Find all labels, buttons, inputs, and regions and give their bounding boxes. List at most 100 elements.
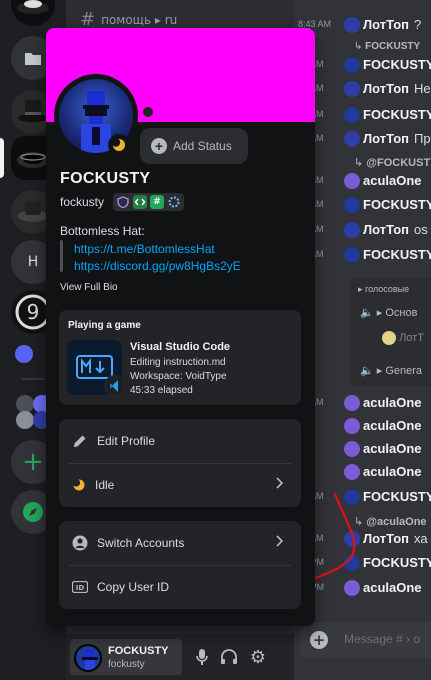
server-mini-4[interactable]: [16, 411, 34, 429]
quest-badge-icon[interactable]: [167, 195, 181, 209]
avatar[interactable]: [344, 555, 360, 571]
channel-header[interactable]: # помощь ▸ ru: [80, 9, 177, 30]
message-author[interactable]: FOCKUSTY: [363, 555, 431, 570]
voice-item[interactable]: 🔈 ▸ Основ: [360, 306, 417, 319]
copy-user-id-button[interactable]: ID Copy User ID: [59, 565, 301, 609]
user-panel: FOCKUSTY fockusty ⚙: [66, 634, 294, 680]
avatar[interactable]: [344, 173, 360, 189]
svg-text:ID: ID: [76, 584, 85, 592]
active-developer-badge-icon[interactable]: [133, 195, 147, 209]
author-name: ЛотТоп: [363, 17, 410, 32]
activity-state: Workspace: VoidType: [130, 371, 227, 382]
switch-accounts-button[interactable]: Switch Accounts: [59, 521, 301, 565]
reply-preview: ↳ FOCKUSTY: [354, 41, 421, 52]
profile-popout: + Add Status FOCKUSTY fockusty # Bottoml…: [46, 28, 315, 626]
user-panel-account[interactable]: FOCKUSTY fockusty: [70, 639, 182, 675]
status-label: Idle: [95, 478, 115, 492]
server-mini-1[interactable]: [15, 345, 33, 363]
add-status-button[interactable]: + Add Status: [140, 128, 248, 164]
hashtag-badge-icon[interactable]: #: [150, 195, 164, 209]
voice-item[interactable]: ЛотТ: [382, 331, 424, 345]
message-author[interactable]: FOCKUSTY: [363, 489, 431, 504]
profile-username[interactable]: fockusty: [60, 195, 104, 209]
message-author[interactable]: aculaOne: [363, 441, 427, 456]
avatar: [382, 331, 396, 345]
author-name: FOCKUSTY: [363, 489, 431, 504]
avatar[interactable]: [344, 395, 360, 411]
avatar[interactable]: [344, 441, 360, 457]
message-author[interactable]: ЛотТоп os: [363, 222, 428, 237]
message-author[interactable]: ЛотТоп Пр: [363, 131, 431, 146]
message-author[interactable]: FOCKUSTY: [363, 247, 431, 262]
composer-plus-icon[interactable]: +: [310, 631, 328, 649]
profile-actions-card: Edit Profile Idle: [59, 419, 301, 507]
microphone-icon[interactable]: [192, 647, 212, 667]
avatar[interactable]: [344, 17, 360, 33]
message-author[interactable]: FOCKUSTY: [363, 107, 431, 122]
avatar[interactable]: [344, 197, 360, 213]
headphones-icon[interactable]: [219, 647, 239, 667]
shield-badge-icon[interactable]: [116, 195, 130, 209]
avatar[interactable]: [344, 222, 360, 238]
composer-placeholder: Message # › o: [344, 632, 421, 646]
message-author[interactable]: ЛотТоп Не: [363, 81, 431, 96]
author-name: aculaOne: [363, 395, 422, 410]
voice-thread[interactable]: ▸ голосовые 🔈 ▸ Основ ЛотТ 🔈 ▸ Genera: [350, 278, 431, 386]
avatar[interactable]: [344, 57, 360, 73]
author-name: aculaOne: [363, 418, 422, 433]
author-name: FOCKUSTY: [363, 555, 431, 570]
avatar[interactable]: [344, 580, 360, 596]
reply-preview: ↳ @FOCKUSTY: [354, 157, 431, 169]
activity-elapsed: 45:33 elapsed: [130, 385, 193, 396]
message-author[interactable]: aculaOne: [363, 173, 427, 188]
compass-icon: [23, 502, 43, 522]
author-name: aculaOne: [363, 580, 422, 595]
user-panel-name: FOCKUSTY: [108, 645, 169, 657]
folder-glyph-icon: [25, 53, 41, 65]
activity-name: Visual Studio Code: [130, 341, 231, 353]
speaker-icon: 🔈: [360, 307, 374, 319]
avatar[interactable]: [344, 489, 360, 505]
server-h-label: H: [27, 254, 39, 270]
message-author[interactable]: FOCKUSTY: [363, 197, 431, 212]
avatar[interactable]: [344, 531, 360, 547]
avatar[interactable]: [344, 81, 360, 97]
message-text: ?: [414, 17, 422, 32]
edit-profile-button[interactable]: Edit Profile: [59, 419, 301, 463]
avatar[interactable]: [344, 247, 360, 263]
edit-profile-label: Edit Profile: [97, 434, 156, 448]
message-author[interactable]: aculaOne: [363, 418, 427, 433]
selected-server-pill: [0, 138, 4, 178]
bio-quote-bar: [60, 240, 63, 272]
activity-card[interactable]: Playing a game Visual Studio Code Editin…: [59, 310, 301, 405]
profile-badges: #: [113, 193, 184, 211]
message-author[interactable]: aculaOne: [363, 580, 427, 595]
bio-link-telegram[interactable]: https://t.me/BottomlessHat: [74, 242, 215, 256]
profile-display-name: FOCKUSTY: [60, 170, 151, 187]
bio-link-discord[interactable]: https://discord.gg/pw8HgBs2yE: [74, 259, 241, 273]
settings-gear-icon[interactable]: ⚙: [248, 647, 268, 668]
svg-text:9: 9: [27, 300, 40, 324]
message-author[interactable]: aculaOne: [363, 464, 427, 479]
plus-icon: +: [22, 447, 44, 477]
status-selector[interactable]: Idle: [59, 463, 301, 507]
message-author[interactable]: ЛотТоп?: [363, 17, 421, 32]
message-author[interactable]: aculaOne: [363, 395, 427, 410]
vscode-icon: [104, 375, 126, 397]
message-author[interactable]: FOCKUSTY: [363, 57, 431, 72]
pencil-icon: [74, 435, 86, 447]
server-icon-top[interactable]: [11, 0, 55, 26]
avatar[interactable]: [344, 418, 360, 434]
hat-logo-icon: [17, 0, 49, 14]
voice-thread-title: ▸ голосовые: [358, 284, 410, 294]
avatar[interactable]: [344, 131, 360, 147]
avatar[interactable]: [344, 464, 360, 480]
message-text: Пр: [414, 131, 431, 146]
view-full-bio-link[interactable]: View Full Bio: [60, 282, 118, 293]
avatar[interactable]: [344, 107, 360, 123]
message-author[interactable]: ЛотТоп ха: [363, 531, 428, 546]
message-composer[interactable]: + Message # › o: [300, 622, 431, 658]
chevron-right-icon: [276, 477, 283, 489]
voice-item[interactable]: 🔈 ▸ Genera: [360, 364, 422, 377]
author-name: FOCKUSTY: [363, 57, 431, 72]
